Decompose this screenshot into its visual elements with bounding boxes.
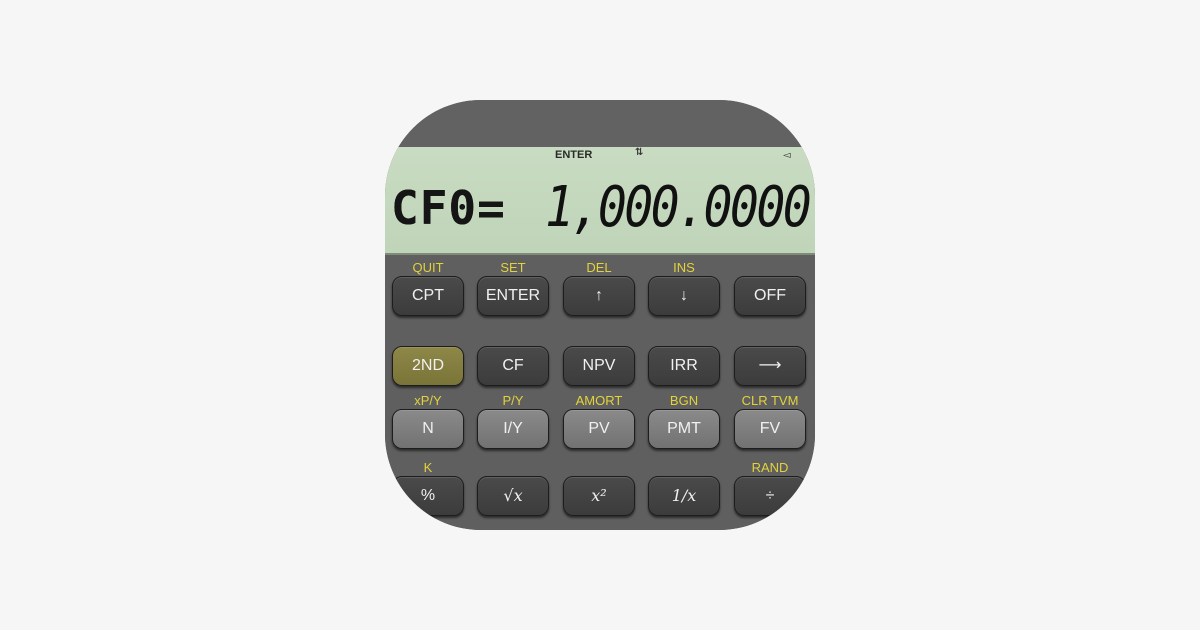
secondary-label-empty (477, 460, 549, 476)
cf-button[interactable]: CF (477, 346, 549, 386)
down-arrow-button[interactable]: ↓ (648, 276, 720, 316)
up-arrow-button[interactable]: ↑ (563, 276, 635, 316)
square-button[interactable]: x² (563, 476, 635, 516)
key-cell-down: INS ↓ (648, 260, 720, 316)
key-cell-2nd: 2ND (392, 346, 464, 386)
enter-button[interactable]: ENTER (477, 276, 549, 316)
secondary-label-empty (734, 260, 806, 276)
secondary-label-xpy: xP/Y (414, 393, 442, 408)
iy-button[interactable]: I/Y (477, 409, 549, 449)
right-arrow-button[interactable]: ⟶ (734, 346, 806, 386)
second-function-button[interactable]: 2ND (392, 346, 464, 386)
enter-annunciator: ENTER (555, 149, 593, 161)
key-cell-npv: NPV (563, 346, 635, 386)
secondary-label-empty (648, 460, 720, 476)
display-value: 1,000.0000 (544, 175, 812, 240)
keypad: QUIT CPT SET ENTER DEL ↑ INS ↓ OFF 2ND C… (385, 255, 815, 530)
key-cell-irr: IRR (648, 346, 720, 386)
percent-button[interactable]: % (392, 476, 464, 516)
secondary-label-clr-tvm: CLR TVM (741, 393, 799, 408)
secondary-label-set: SET (500, 260, 526, 275)
secondary-label-quit: QUIT (412, 260, 444, 275)
key-cell-iy: P/Y I/Y (477, 393, 549, 449)
triangle-indicator-icon: ◅ (783, 150, 791, 161)
secondary-label-ins: INS (673, 260, 695, 275)
reciprocal-button[interactable]: 1/x (648, 476, 720, 516)
secondary-label-py: P/Y (502, 393, 524, 408)
pv-button[interactable]: PV (563, 409, 635, 449)
secondary-label-rand: RAND (751, 460, 789, 475)
key-cell-cf: CF (477, 346, 549, 386)
key-cell-off: OFF (734, 260, 806, 316)
key-cell-divide: RAND ÷ (734, 460, 806, 516)
secondary-label-empty (563, 460, 635, 476)
key-cell-enter: SET ENTER (477, 260, 549, 316)
lcd-display: ENTER ⇅ ◅ CF0= 1,000.0000 (385, 147, 815, 255)
calculator-top-bar (385, 100, 815, 147)
key-cell-arrow: ⟶ (734, 346, 806, 386)
secondary-label-bgn: BGN (669, 393, 699, 408)
key-cell-reciprocal: 1/x (648, 460, 720, 516)
key-cell-pv: AMORT PV (563, 393, 635, 449)
key-cell-pmt: BGN PMT (648, 393, 720, 449)
display-label: CF0= (391, 181, 506, 235)
cpt-button[interactable]: CPT (392, 276, 464, 316)
divide-button[interactable]: ÷ (734, 476, 806, 516)
app-icon: ENTER ⇅ ◅ CF0= 1,000.0000 QUIT CPT SET E… (385, 100, 815, 530)
up-down-arrows-icon: ⇅ (635, 147, 644, 158)
irr-button[interactable]: IRR (648, 346, 720, 386)
secondary-label-del: DEL (586, 260, 612, 275)
key-cell-up: DEL ↑ (563, 260, 635, 316)
off-button[interactable]: OFF (734, 276, 806, 316)
key-cell-cpt: QUIT CPT (392, 260, 464, 316)
n-button[interactable]: N (392, 409, 464, 449)
key-cell-fv: CLR TVM FV (734, 393, 806, 449)
fv-button[interactable]: FV (734, 409, 806, 449)
secondary-label-k: K (423, 460, 433, 475)
key-cell-sqrt: √x (477, 460, 549, 516)
secondary-label-amort: AMORT (575, 393, 623, 408)
key-cell-n: xP/Y N (392, 393, 464, 449)
npv-button[interactable]: NPV (563, 346, 635, 386)
key-cell-percent: K % (392, 460, 464, 516)
pmt-button[interactable]: PMT (648, 409, 720, 449)
key-cell-square: x² (563, 460, 635, 516)
square-root-button[interactable]: √x (477, 476, 549, 516)
